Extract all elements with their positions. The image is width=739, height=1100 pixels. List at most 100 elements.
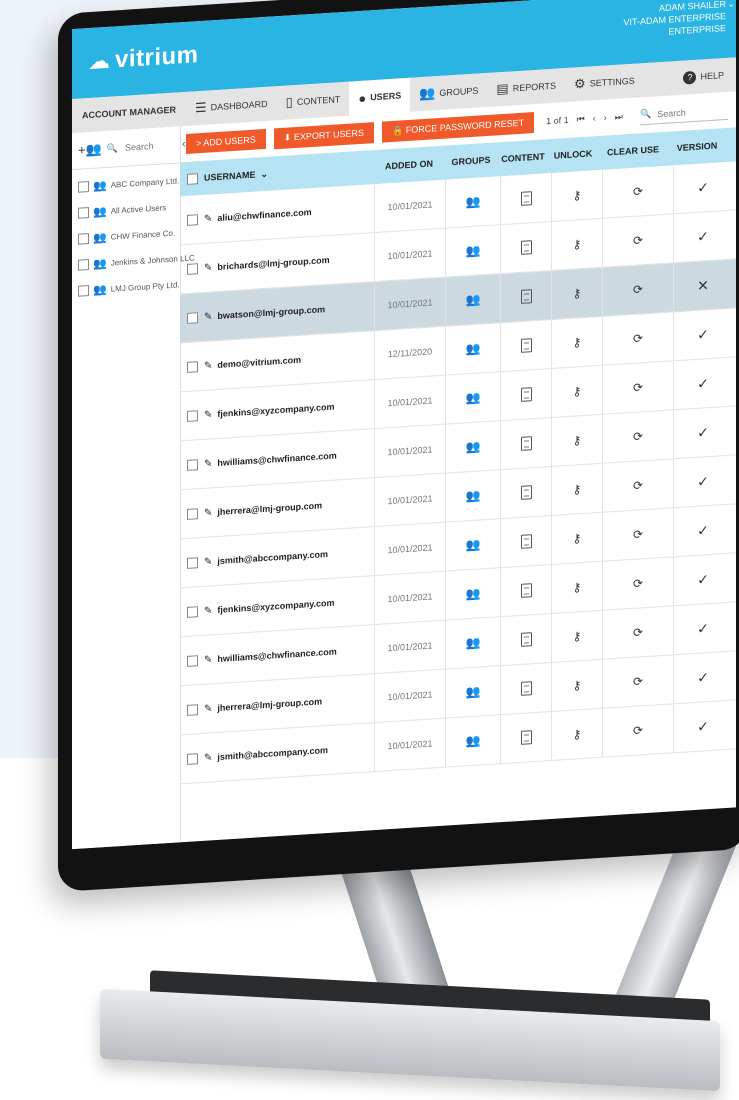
add-users-button[interactable]: > ADD USERS (186, 128, 266, 154)
edit-pencil-icon[interactable]: ✎ (204, 262, 212, 274)
clear-use-icon[interactable]: ⟳ (633, 478, 643, 493)
username-cell[interactable]: demo@vitrium.com (217, 355, 301, 370)
row-checkbox[interactable] (186, 213, 198, 226)
content-document-icon[interactable] (520, 632, 532, 647)
tab-settings[interactable]: ⚙ SETTINGS (565, 63, 644, 102)
username-cell[interactable]: jherrera@lmj-group.com (217, 696, 322, 713)
edit-pencil-icon[interactable]: ✎ (204, 556, 212, 568)
row-checkbox[interactable] (186, 262, 198, 275)
row-checkbox[interactable] (186, 752, 198, 765)
edit-pencil-icon[interactable]: ✎ (204, 605, 212, 617)
select-all-checkbox[interactable] (186, 172, 198, 185)
key-icon[interactable]: ⚷ (573, 482, 582, 497)
content-document-icon[interactable] (520, 240, 532, 255)
groups-icon[interactable]: 👥 (466, 684, 481, 699)
groups-icon[interactable]: 👥 (466, 733, 481, 748)
groups-icon[interactable]: 👥 (466, 243, 481, 258)
edit-pencil-icon[interactable]: ✎ (204, 213, 212, 225)
sidebar-search-input[interactable] (123, 138, 177, 154)
clear-use-icon[interactable]: ⟳ (633, 331, 643, 346)
username-cell[interactable]: jherrera@lmj-group.com (217, 500, 322, 517)
groups-icon[interactable]: 👥 (466, 537, 481, 552)
edit-pencil-icon[interactable]: ✎ (204, 458, 212, 470)
username-cell[interactable]: fjenkins@xyzcompany.com (217, 402, 334, 419)
tab-users[interactable]: ● USERS (349, 77, 411, 116)
username-cell[interactable]: brichards@lmj-group.com (217, 255, 329, 272)
edit-pencil-icon[interactable]: ✎ (204, 752, 212, 764)
clear-use-icon[interactable]: ⟳ (633, 723, 643, 738)
content-document-icon[interactable] (520, 436, 532, 451)
key-icon[interactable]: ⚷ (573, 188, 582, 203)
key-icon[interactable]: ⚷ (573, 384, 582, 399)
key-icon[interactable]: ⚷ (573, 531, 582, 546)
export-users-button[interactable]: ⬇ EXPORT USERS (273, 121, 375, 149)
username-cell[interactable]: bwatson@lmj-group.com (217, 304, 325, 321)
key-icon[interactable]: ⚷ (573, 286, 582, 301)
edit-pencil-icon[interactable]: ✎ (204, 654, 212, 666)
added-on-column-header[interactable]: ADDED ON (374, 146, 444, 184)
content-document-icon[interactable] (520, 338, 532, 353)
groups-icon[interactable]: 👥 (466, 586, 481, 601)
edit-pencil-icon[interactable]: ✎ (204, 409, 212, 421)
clear-use-icon[interactable]: ⟳ (633, 674, 643, 689)
clear-use-icon[interactable]: ⟳ (633, 233, 643, 248)
edit-pencil-icon[interactable]: ✎ (204, 703, 212, 715)
row-checkbox[interactable] (186, 311, 198, 324)
sidebar-item-group[interactable]: 👥 LMJ Group Pty Ltd. (72, 271, 180, 304)
content-document-icon[interactable] (520, 191, 532, 206)
clear-use-icon[interactable]: ⟳ (633, 429, 643, 444)
row-checkbox[interactable] (186, 409, 198, 422)
add-group-icon[interactable]: +👥 (78, 141, 102, 158)
groups-icon[interactable]: 👥 (466, 341, 481, 356)
force-password-reset-button[interactable]: 🔒 FORCE PASSWORD RESET (382, 111, 535, 143)
user-search-input[interactable] (655, 103, 720, 120)
key-icon[interactable]: ⚷ (573, 237, 582, 252)
row-checkbox[interactable] (186, 458, 198, 471)
group-checkbox[interactable] (78, 284, 89, 297)
edit-pencil-icon[interactable]: ✎ (204, 311, 212, 323)
group-checkbox[interactable] (78, 206, 89, 219)
key-icon[interactable]: ⚷ (573, 335, 582, 350)
username-cell[interactable]: jsmith@abccompany.com (217, 745, 328, 762)
key-icon[interactable]: ⚷ (573, 678, 582, 693)
row-checkbox[interactable] (186, 556, 198, 569)
row-checkbox[interactable] (186, 605, 198, 618)
tab-content[interactable]: ▯ CONTENT (277, 82, 350, 121)
first-page-icon[interactable]: ⏮ (577, 113, 585, 125)
groups-icon[interactable]: 👥 (466, 194, 481, 209)
user-menu[interactable]: ADAM SHAILER VIT-ADAM ENTERPRISE ENTERPR… (623, 0, 735, 40)
last-page-icon[interactable]: ⏭ (615, 111, 623, 123)
groups-icon[interactable]: 👥 (466, 488, 481, 503)
help-link[interactable]: ? HELP (683, 68, 736, 85)
username-cell[interactable]: aliu@chwfinance.com (217, 207, 311, 223)
edit-pencil-icon[interactable]: ✎ (204, 360, 212, 372)
groups-icon[interactable]: 👥 (466, 292, 481, 307)
content-document-icon[interactable] (520, 730, 532, 745)
clear-use-icon[interactable]: ⟳ (633, 625, 643, 640)
chevron-down-icon[interactable]: ⌄ (727, 0, 735, 10)
clear-use-icon[interactable]: ⟳ (633, 527, 643, 542)
clear-use-icon[interactable]: ⟳ (633, 380, 643, 395)
clear-use-icon[interactable]: ⟳ (633, 576, 643, 591)
vitrium-logo[interactable]: ☁ vitrium (88, 41, 199, 76)
row-checkbox[interactable] (186, 703, 198, 716)
prev-page-icon[interactable]: ‹ (593, 113, 596, 123)
content-document-icon[interactable] (520, 534, 532, 549)
tab-reports[interactable]: ▤ REPORTS (487, 68, 565, 107)
key-icon[interactable]: ⚷ (573, 629, 582, 644)
group-checkbox[interactable] (78, 180, 89, 193)
username-cell[interactable]: fjenkins@xyzcompany.com (217, 598, 334, 615)
content-document-icon[interactable] (520, 387, 532, 402)
tab-groups[interactable]: 👥 GROUPS (410, 73, 487, 112)
row-checkbox[interactable] (186, 654, 198, 667)
content-document-icon[interactable] (520, 289, 532, 304)
content-document-icon[interactable] (520, 681, 532, 696)
username-column-header[interactable]: USERNAME ⌄ (204, 162, 374, 184)
group-checkbox[interactable] (78, 258, 89, 271)
username-cell[interactable]: hwilliams@chwfinance.com (217, 450, 336, 468)
content-document-icon[interactable] (520, 583, 532, 598)
group-checkbox[interactable] (78, 232, 89, 245)
groups-icon[interactable]: 👥 (466, 635, 481, 650)
key-icon[interactable]: ⚷ (573, 433, 582, 448)
username-cell[interactable]: hwilliams@chwfinance.com (217, 646, 336, 664)
